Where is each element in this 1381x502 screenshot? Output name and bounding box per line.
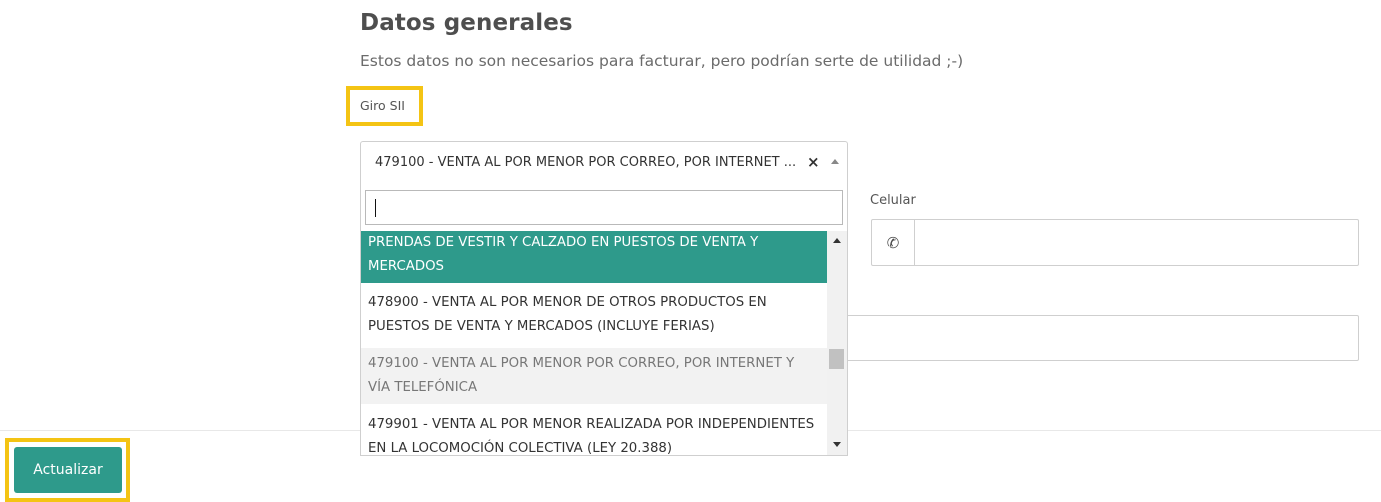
giro-option-line: 479901 - VENTA AL POR MENOR REALIZADA PO… [368,417,815,432]
giro-option-line: 478900 - VENTA AL POR MENOR DE OTROS PRO… [368,295,767,310]
giro-option-line: EN LA LOCOMOCIÓN COLECTIVA (LEY 20.388) [368,441,673,456]
update-button[interactable]: Actualizar [14,447,122,493]
giro-select[interactable]: 479100 - VENTA AL POR MENOR POR CORREO, … [360,141,848,186]
chevron-up-icon[interactable] [831,159,839,164]
scrollbar-thumb[interactable] [829,349,844,369]
giro-option-line: VÍA TELEFÓNICA [368,380,478,395]
text-caret [375,199,376,217]
giro-option[interactable]: 478900 - VENTA AL POR MENOR DE OTROS PRO… [361,287,827,343]
giro-option-line: 479100 - VENTA AL POR MENOR POR CORREO, … [368,356,795,371]
giro-option[interactable]: 479901 - VENTA AL POR MENOR REALIZADA PO… [361,409,827,456]
giro-option-line: PUESTOS DE VENTA Y MERCADOS (INCLUYE FER… [368,319,715,334]
scroll-down-icon[interactable] [833,442,841,447]
celular-field-group: ✆ [871,219,1359,266]
giro-option[interactable]: PRENDAS DE VESTIR Y CALZADO EN PUESTOS D… [361,231,827,283]
section-title: Datos generales [360,10,573,36]
clear-icon[interactable]: × [807,153,820,171]
results-scrollbar[interactable] [827,231,847,455]
celular-label: Celular [870,193,916,208]
giro-dropdown: PRENDAS DE VESTIR Y CALZADO EN PUESTOS D… [360,185,848,456]
giro-search-input[interactable] [366,191,842,224]
giro-selected-value: 479100 - VENTA AL POR MENOR POR CORREO, … [375,155,795,170]
giro-sii-label: Giro SII [360,98,405,113]
scroll-up-icon[interactable] [833,238,841,243]
phone-icon: ✆ [872,220,915,265]
giro-option-line: MERCADOS [368,259,444,274]
giro-results-list: PRENDAS DE VESTIR Y CALZADO EN PUESTOS D… [361,231,827,456]
giro-search-box[interactable] [365,190,843,225]
secondary-input-field[interactable] [846,315,1359,361]
celular-input[interactable] [915,220,1358,265]
section-subtitle: Estos datos no son necesarios para factu… [360,52,964,70]
giro-option-line: PRENDAS DE VESTIR Y CALZADO EN PUESTOS D… [368,235,759,250]
giro-option-selected[interactable]: 479100 - VENTA AL POR MENOR POR CORREO, … [361,348,827,404]
